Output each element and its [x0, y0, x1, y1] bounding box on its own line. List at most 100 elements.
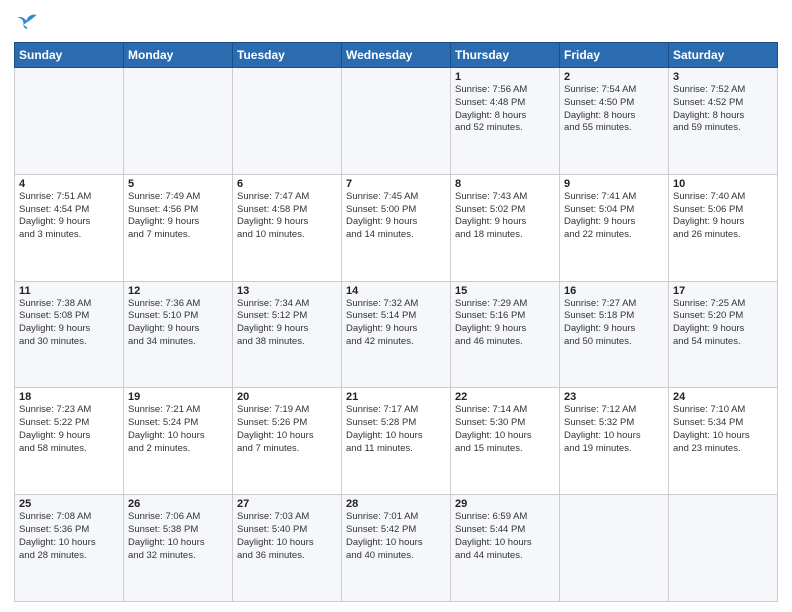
- day-number: 15: [455, 285, 555, 297]
- calendar-day-header: Wednesday: [342, 43, 451, 68]
- day-number: 20: [237, 391, 337, 403]
- calendar-cell: 25Sunrise: 7:08 AM Sunset: 5:36 PM Dayli…: [15, 495, 124, 602]
- logo: [14, 12, 38, 36]
- logo-bird-icon: [16, 12, 38, 34]
- day-number: 4: [19, 178, 119, 190]
- day-info: Sunrise: 7:14 AM Sunset: 5:30 PM Dayligh…: [455, 404, 555, 455]
- day-info: Sunrise: 6:59 AM Sunset: 5:44 PM Dayligh…: [455, 511, 555, 562]
- calendar-cell: [124, 68, 233, 175]
- day-number: 21: [346, 391, 446, 403]
- day-number: 29: [455, 498, 555, 510]
- calendar-cell: 20Sunrise: 7:19 AM Sunset: 5:26 PM Dayli…: [233, 388, 342, 495]
- day-number: 7: [346, 178, 446, 190]
- day-info: Sunrise: 7:17 AM Sunset: 5:28 PM Dayligh…: [346, 404, 446, 455]
- calendar-cell: 19Sunrise: 7:21 AM Sunset: 5:24 PM Dayli…: [124, 388, 233, 495]
- day-number: 24: [673, 391, 773, 403]
- day-number: 10: [673, 178, 773, 190]
- calendar-cell: [342, 68, 451, 175]
- calendar-cell: 14Sunrise: 7:32 AM Sunset: 5:14 PM Dayli…: [342, 281, 451, 388]
- day-info: Sunrise: 7:43 AM Sunset: 5:02 PM Dayligh…: [455, 191, 555, 242]
- day-number: 18: [19, 391, 119, 403]
- day-info: Sunrise: 7:29 AM Sunset: 5:16 PM Dayligh…: [455, 298, 555, 349]
- day-info: Sunrise: 7:34 AM Sunset: 5:12 PM Dayligh…: [237, 298, 337, 349]
- calendar-day-header: Saturday: [669, 43, 778, 68]
- day-info: Sunrise: 7:36 AM Sunset: 5:10 PM Dayligh…: [128, 298, 228, 349]
- day-number: 5: [128, 178, 228, 190]
- day-number: 19: [128, 391, 228, 403]
- day-number: 8: [455, 178, 555, 190]
- calendar-cell: 29Sunrise: 6:59 AM Sunset: 5:44 PM Dayli…: [451, 495, 560, 602]
- day-info: Sunrise: 7:40 AM Sunset: 5:06 PM Dayligh…: [673, 191, 773, 242]
- day-info: Sunrise: 7:32 AM Sunset: 5:14 PM Dayligh…: [346, 298, 446, 349]
- day-number: 27: [237, 498, 337, 510]
- day-number: 22: [455, 391, 555, 403]
- day-number: 9: [564, 178, 664, 190]
- calendar-cell: 8Sunrise: 7:43 AM Sunset: 5:02 PM Daylig…: [451, 174, 560, 281]
- calendar-cell: 5Sunrise: 7:49 AM Sunset: 4:56 PM Daylig…: [124, 174, 233, 281]
- calendar-cell: 6Sunrise: 7:47 AM Sunset: 4:58 PM Daylig…: [233, 174, 342, 281]
- day-info: Sunrise: 7:52 AM Sunset: 4:52 PM Dayligh…: [673, 84, 773, 135]
- day-info: Sunrise: 7:51 AM Sunset: 4:54 PM Dayligh…: [19, 191, 119, 242]
- calendar-cell: 7Sunrise: 7:45 AM Sunset: 5:00 PM Daylig…: [342, 174, 451, 281]
- calendar-cell: [233, 68, 342, 175]
- day-info: Sunrise: 7:03 AM Sunset: 5:40 PM Dayligh…: [237, 511, 337, 562]
- day-number: 3: [673, 71, 773, 83]
- day-info: Sunrise: 7:10 AM Sunset: 5:34 PM Dayligh…: [673, 404, 773, 455]
- calendar-day-header: Sunday: [15, 43, 124, 68]
- calendar-cell: 4Sunrise: 7:51 AM Sunset: 4:54 PM Daylig…: [15, 174, 124, 281]
- calendar-cell: 28Sunrise: 7:01 AM Sunset: 5:42 PM Dayli…: [342, 495, 451, 602]
- calendar-cell: 15Sunrise: 7:29 AM Sunset: 5:16 PM Dayli…: [451, 281, 560, 388]
- calendar-cell: 13Sunrise: 7:34 AM Sunset: 5:12 PM Dayli…: [233, 281, 342, 388]
- calendar-header-row: SundayMondayTuesdayWednesdayThursdayFrid…: [15, 43, 778, 68]
- day-info: Sunrise: 7:49 AM Sunset: 4:56 PM Dayligh…: [128, 191, 228, 242]
- day-info: Sunrise: 7:47 AM Sunset: 4:58 PM Dayligh…: [237, 191, 337, 242]
- day-number: 25: [19, 498, 119, 510]
- calendar-cell: 23Sunrise: 7:12 AM Sunset: 5:32 PM Dayli…: [560, 388, 669, 495]
- day-info: Sunrise: 7:12 AM Sunset: 5:32 PM Dayligh…: [564, 404, 664, 455]
- day-number: 6: [237, 178, 337, 190]
- calendar-cell: 3Sunrise: 7:52 AM Sunset: 4:52 PM Daylig…: [669, 68, 778, 175]
- calendar-table: SundayMondayTuesdayWednesdayThursdayFrid…: [14, 42, 778, 602]
- day-info: Sunrise: 7:54 AM Sunset: 4:50 PM Dayligh…: [564, 84, 664, 135]
- day-number: 2: [564, 71, 664, 83]
- day-number: 13: [237, 285, 337, 297]
- day-info: Sunrise: 7:19 AM Sunset: 5:26 PM Dayligh…: [237, 404, 337, 455]
- day-number: 11: [19, 285, 119, 297]
- calendar-cell: 27Sunrise: 7:03 AM Sunset: 5:40 PM Dayli…: [233, 495, 342, 602]
- calendar-cell: 18Sunrise: 7:23 AM Sunset: 5:22 PM Dayli…: [15, 388, 124, 495]
- day-number: 1: [455, 71, 555, 83]
- calendar-cell: 1Sunrise: 7:56 AM Sunset: 4:48 PM Daylig…: [451, 68, 560, 175]
- calendar-day-header: Monday: [124, 43, 233, 68]
- calendar-week-row: 4Sunrise: 7:51 AM Sunset: 4:54 PM Daylig…: [15, 174, 778, 281]
- day-info: Sunrise: 7:01 AM Sunset: 5:42 PM Dayligh…: [346, 511, 446, 562]
- day-info: Sunrise: 7:45 AM Sunset: 5:00 PM Dayligh…: [346, 191, 446, 242]
- calendar-day-header: Friday: [560, 43, 669, 68]
- calendar-day-header: Tuesday: [233, 43, 342, 68]
- calendar-day-header: Thursday: [451, 43, 560, 68]
- day-number: 16: [564, 285, 664, 297]
- calendar-cell: 10Sunrise: 7:40 AM Sunset: 5:06 PM Dayli…: [669, 174, 778, 281]
- calendar-week-row: 1Sunrise: 7:56 AM Sunset: 4:48 PM Daylig…: [15, 68, 778, 175]
- day-number: 28: [346, 498, 446, 510]
- day-info: Sunrise: 7:25 AM Sunset: 5:20 PM Dayligh…: [673, 298, 773, 349]
- calendar-week-row: 18Sunrise: 7:23 AM Sunset: 5:22 PM Dayli…: [15, 388, 778, 495]
- calendar-cell: 9Sunrise: 7:41 AM Sunset: 5:04 PM Daylig…: [560, 174, 669, 281]
- day-number: 26: [128, 498, 228, 510]
- day-info: Sunrise: 7:41 AM Sunset: 5:04 PM Dayligh…: [564, 191, 664, 242]
- calendar-cell: 11Sunrise: 7:38 AM Sunset: 5:08 PM Dayli…: [15, 281, 124, 388]
- header: [14, 12, 778, 36]
- calendar-week-row: 11Sunrise: 7:38 AM Sunset: 5:08 PM Dayli…: [15, 281, 778, 388]
- day-number: 14: [346, 285, 446, 297]
- page: SundayMondayTuesdayWednesdayThursdayFrid…: [0, 0, 792, 612]
- calendar-cell: 16Sunrise: 7:27 AM Sunset: 5:18 PM Dayli…: [560, 281, 669, 388]
- calendar-cell: 12Sunrise: 7:36 AM Sunset: 5:10 PM Dayli…: [124, 281, 233, 388]
- day-number: 23: [564, 391, 664, 403]
- calendar-cell: 24Sunrise: 7:10 AM Sunset: 5:34 PM Dayli…: [669, 388, 778, 495]
- day-info: Sunrise: 7:38 AM Sunset: 5:08 PM Dayligh…: [19, 298, 119, 349]
- calendar-cell: [669, 495, 778, 602]
- calendar-cell: 22Sunrise: 7:14 AM Sunset: 5:30 PM Dayli…: [451, 388, 560, 495]
- day-info: Sunrise: 7:27 AM Sunset: 5:18 PM Dayligh…: [564, 298, 664, 349]
- day-info: Sunrise: 7:56 AM Sunset: 4:48 PM Dayligh…: [455, 84, 555, 135]
- day-number: 17: [673, 285, 773, 297]
- calendar-cell: 2Sunrise: 7:54 AM Sunset: 4:50 PM Daylig…: [560, 68, 669, 175]
